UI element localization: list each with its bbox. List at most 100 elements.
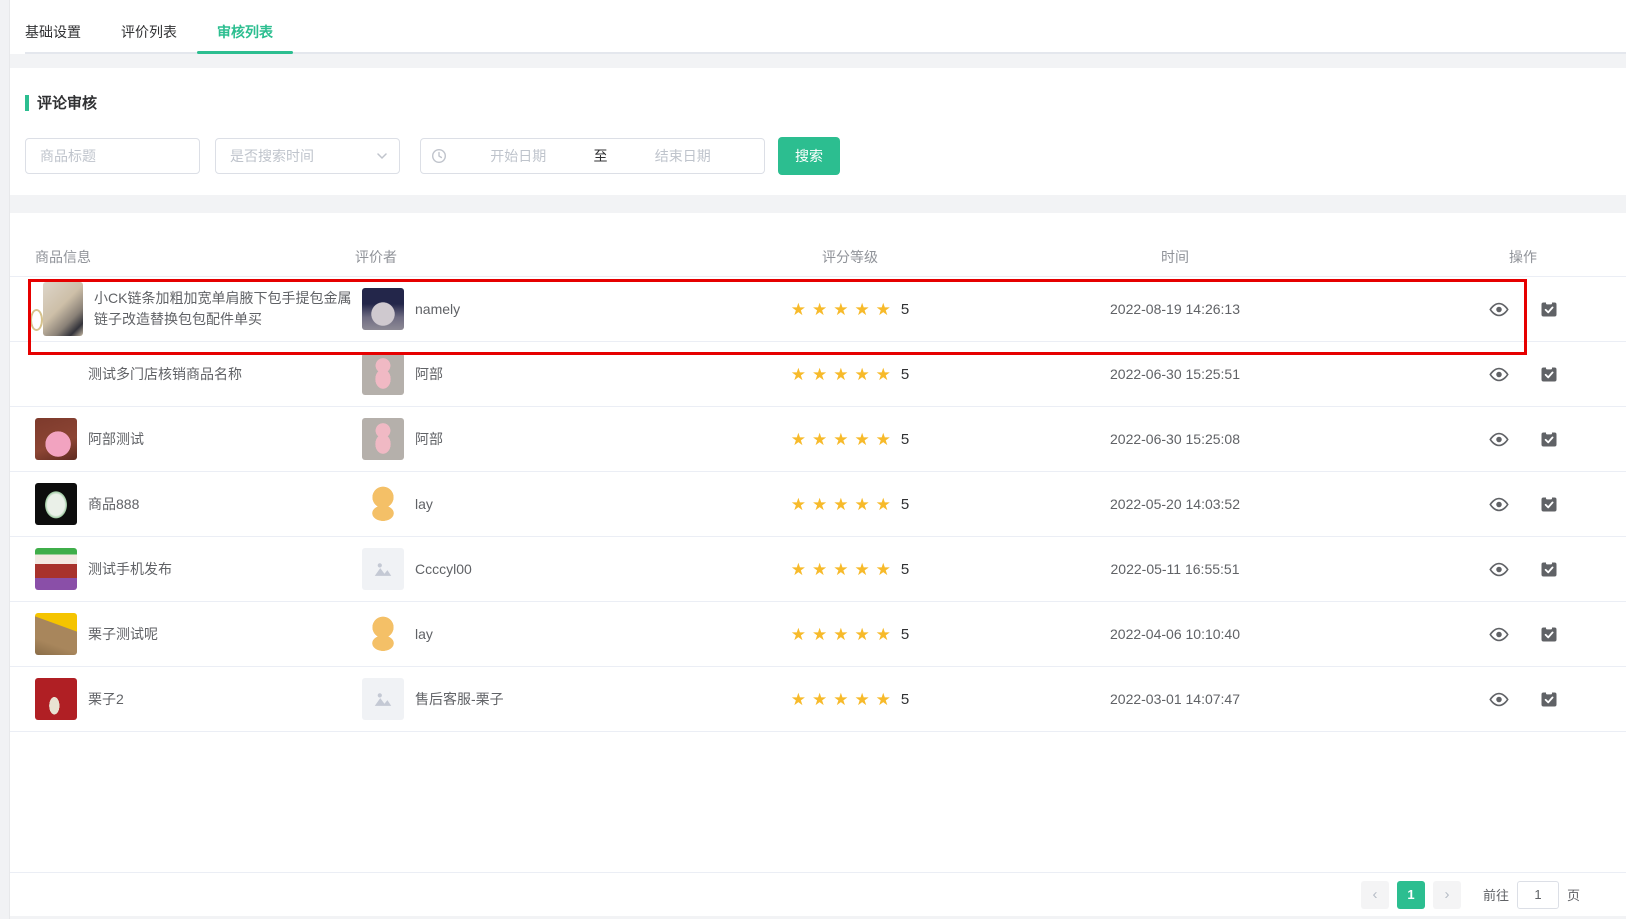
tab-audit-list[interactable]: 审核列表 [197, 12, 293, 52]
time-cell: 2022-08-19 14:26:13 [930, 301, 1420, 317]
audit-clipboard-check-icon[interactable] [1540, 495, 1558, 513]
view-eye-icon[interactable] [1488, 432, 1510, 447]
rating-cell: ★★★★★ 5 [770, 431, 930, 448]
operations-cell [1420, 625, 1626, 643]
product-thumbnail[interactable] [35, 353, 77, 395]
product-thumbnail[interactable] [43, 282, 83, 336]
operations-cell [1420, 365, 1626, 383]
operations-cell [1420, 690, 1626, 708]
reviewer-avatar [362, 353, 404, 395]
section-title: 评论审核 [25, 92, 1611, 113]
rating-cell: ★★★★★ 5 [770, 366, 930, 383]
section-title-accent-bar [25, 95, 29, 111]
time-cell: 2022-06-30 15:25:51 [930, 366, 1420, 382]
reviewer-name: 阿部 [415, 364, 443, 384]
product-thumbnail[interactable] [35, 483, 77, 525]
tabs-bar: 基础设置 评价列表 审核列表 [10, 0, 1626, 54]
search-button[interactable]: 搜索 [778, 137, 840, 175]
table-row: 阿部测试 阿部 ★★★★★ 5 2022-06-30 15:25:08 [10, 407, 1626, 472]
audit-clipboard-check-icon[interactable] [1540, 365, 1558, 383]
reviewer-name: Ccccyl00 [415, 561, 472, 577]
product-title: 小CK链条加粗加宽单肩腋下包手提包金属链子改造替换包包配件单买 [94, 288, 355, 330]
tab-evaluation-list[interactable]: 评价列表 [101, 12, 197, 52]
gold-chain-icon [30, 309, 43, 331]
view-eye-icon[interactable] [1488, 627, 1510, 642]
start-date-input[interactable]: 开始日期 [447, 146, 590, 166]
product-thumbnail[interactable] [35, 418, 77, 460]
audit-clipboard-check-icon[interactable] [1540, 625, 1558, 643]
product-title: 栗子测试呢 [88, 624, 158, 645]
product-info-cell: 栗子2 [10, 678, 355, 720]
view-eye-icon[interactable] [1488, 497, 1510, 512]
pagination-goto-label: 前往 [1483, 885, 1509, 904]
reviewer-cell: lay [355, 613, 770, 655]
chevron-down-icon [375, 149, 389, 163]
operations-cell [1420, 300, 1626, 318]
column-header-time: 时间 [930, 247, 1420, 267]
product-title: 阿部测试 [88, 429, 144, 450]
table-row: 栗子2 售后客服-栗子 ★★★★★ 5 2022-03-01 14:07:47 [10, 667, 1626, 732]
rating-cell: ★★★★★ 5 [770, 561, 930, 578]
reviewer-cell: 阿部 [355, 353, 770, 395]
rating-value: 5 [901, 496, 909, 513]
clock-icon [431, 148, 447, 164]
reviewer-avatar [362, 418, 404, 460]
product-thumbnail[interactable] [35, 613, 77, 655]
tab-basic-settings[interactable]: 基础设置 [25, 12, 101, 52]
column-header-product-info: 商品信息 [10, 247, 355, 267]
audit-clipboard-check-icon[interactable] [1540, 430, 1558, 448]
reviewer-cell: Ccccyl00 [355, 548, 770, 590]
reviewer-cell: namely [355, 288, 770, 330]
date-range-picker[interactable]: 开始日期 至 结束日期 [420, 138, 765, 174]
reviewer-avatar [362, 678, 404, 720]
reviewer-avatar [362, 288, 404, 330]
pagination-goto-input[interactable] [1517, 881, 1559, 909]
product-info-cell: 栗子测试呢 [10, 613, 355, 655]
pagination-prev-button[interactable]: ‹ [1361, 881, 1389, 909]
audit-clipboard-check-icon[interactable] [1540, 560, 1558, 578]
view-eye-icon[interactable] [1488, 367, 1510, 382]
product-info-cell: 小CK链条加粗加宽单肩腋下包手提包金属链子改造替换包包配件单买 [10, 282, 355, 336]
rating-cell: ★★★★★ 5 [770, 301, 930, 318]
reviewer-avatar [362, 548, 404, 590]
product-info-cell: 阿部测试 [10, 418, 355, 460]
pagination-bar: ‹ 1 › 前往 页 [10, 872, 1626, 916]
audit-clipboard-check-icon[interactable] [1540, 300, 1558, 318]
pagination-page-1-button[interactable]: 1 [1397, 881, 1425, 909]
table-header-row: 商品信息 评价者 评分等级 时间 操作 [10, 237, 1626, 277]
rating-cell: ★★★★★ 5 [770, 626, 930, 643]
product-title: 栗子2 [88, 689, 124, 710]
view-eye-icon[interactable] [1488, 562, 1510, 577]
star-rating-icons: ★★★★★ [791, 496, 897, 513]
column-header-operations: 操作 [1420, 247, 1626, 267]
rating-cell: ★★★★★ 5 [770, 496, 930, 513]
view-eye-icon[interactable] [1488, 692, 1510, 707]
audit-clipboard-check-icon[interactable] [1540, 690, 1558, 708]
broken-image-placeholder-icon [372, 688, 394, 710]
reviewer-avatar [362, 483, 404, 525]
end-date-input[interactable]: 结束日期 [612, 146, 755, 166]
pagination-page-unit-label: 页 [1567, 885, 1580, 904]
product-title: 测试多门店核销商品名称 [88, 364, 242, 385]
pagination-next-button[interactable]: › [1433, 881, 1461, 909]
rating-value: 5 [901, 626, 909, 643]
column-header-rating: 评分等级 [770, 247, 930, 267]
table-row: 测试手机发布 Ccccyl00 ★★★★★ 5 2022-05-11 16:55… [10, 537, 1626, 602]
product-thumbnail[interactable] [35, 678, 77, 720]
product-title-field-wrap [25, 138, 200, 174]
product-title-input[interactable] [40, 148, 185, 164]
reviewer-cell: lay [355, 483, 770, 525]
table-body: 小CK链条加粗加宽单肩腋下包手提包金属链子改造替换包包配件单买 namely ★… [10, 277, 1626, 732]
view-eye-icon[interactable] [1488, 302, 1510, 317]
rating-cell: ★★★★★ 5 [770, 691, 930, 708]
product-thumbnail[interactable] [35, 548, 77, 590]
filter-row: 是否搜索时间 开始日期 至 结束日期 搜索 [25, 137, 1611, 175]
review-audit-page: 基础设置 评价列表 审核列表 评论审核 是否搜索时间 [10, 0, 1626, 919]
search-time-select[interactable]: 是否搜索时间 [215, 138, 400, 174]
time-cell: 2022-06-30 15:25:08 [930, 431, 1420, 447]
time-cell: 2022-03-01 14:07:47 [930, 691, 1420, 707]
section-title-text: 评论审核 [37, 92, 97, 113]
tabs-nav: 基础设置 评价列表 审核列表 [25, 12, 1626, 54]
search-time-select-placeholder: 是否搜索时间 [230, 146, 314, 166]
rating-value: 5 [901, 691, 909, 708]
